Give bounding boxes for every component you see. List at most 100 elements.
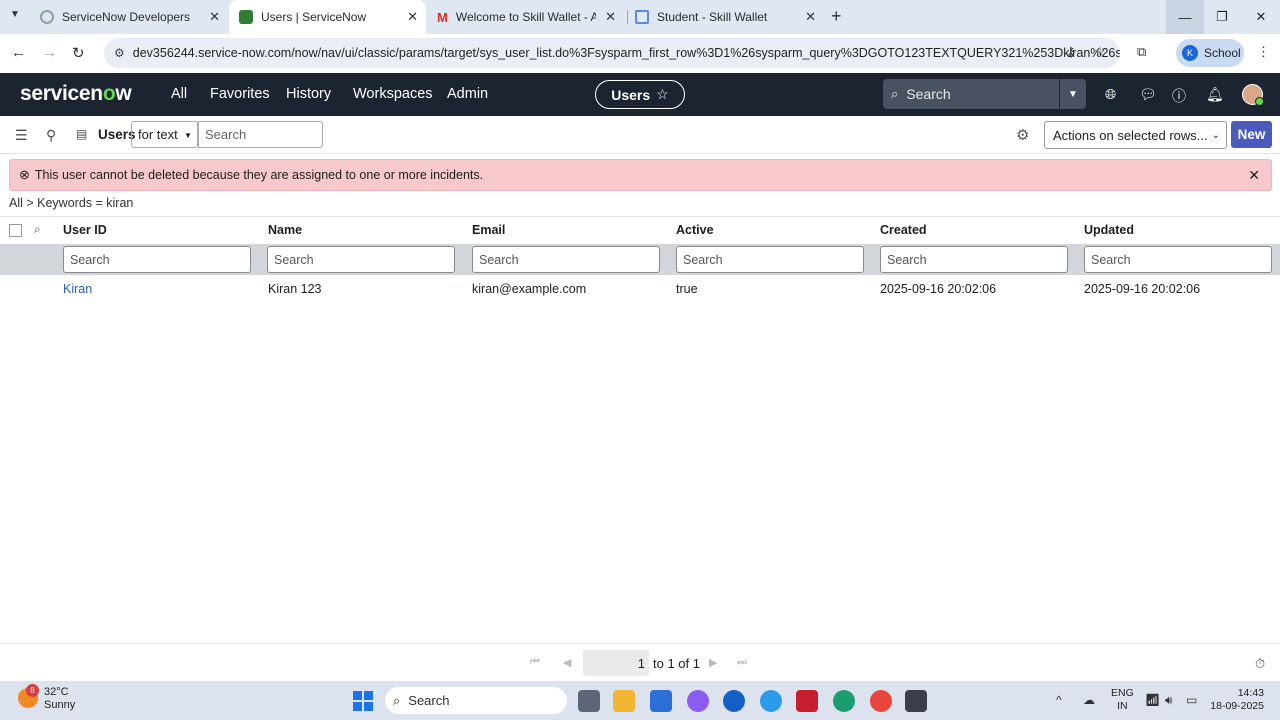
column-header-active[interactable]: Active: [676, 223, 714, 237]
global-search-input[interactable]: ⌕ Search: [883, 79, 1059, 109]
file-explorer-icon[interactable]: [613, 690, 635, 712]
next-page-icon[interactable]: ▶: [709, 656, 717, 669]
snipping-tool-icon[interactable]: [905, 690, 927, 712]
actions-select[interactable]: Actions on selected rows... ⌄: [1044, 121, 1227, 149]
help-icon[interactable]: ⓘ: [1172, 86, 1186, 106]
list-search-input[interactable]: Search: [198, 121, 323, 148]
tab-title: Users | ServiceNow: [261, 10, 367, 24]
cell-created: 2025-09-16 20:02:06: [880, 282, 997, 296]
maximize-icon[interactable]: ❐: [1203, 0, 1241, 34]
tab-close-icon[interactable]: ✕: [209, 9, 220, 25]
new-button[interactable]: New: [1231, 121, 1272, 148]
column-header-updated[interactable]: Updated: [1084, 223, 1134, 237]
page-number-input[interactable]: 1: [583, 650, 649, 676]
column-header-user-id[interactable]: User ID: [63, 223, 107, 237]
clock-date[interactable]: 14:43 18-09-2025: [1206, 687, 1264, 713]
language-indicator[interactable]: ENG IN: [1111, 687, 1134, 713]
list-context-menu-icon[interactable]: ▤: [76, 127, 87, 141]
tab-close-icon[interactable]: ✕: [605, 9, 616, 25]
tab-search-icon[interactable]: ▼: [10, 9, 20, 20]
browser-tab-users[interactable]: Users | ServiceNow ✕: [229, 0, 426, 34]
user-avatar[interactable]: [1242, 84, 1264, 106]
new-tab-icon[interactable]: +: [831, 6, 842, 27]
chrome-icon[interactable]: [870, 690, 892, 712]
weather-widget[interactable]: 32°C Sunny: [44, 686, 75, 712]
copilot-icon[interactable]: [687, 690, 709, 712]
servicenow-logo[interactable]: servicenow: [20, 82, 132, 106]
nav-favorites[interactable]: Favorites: [210, 86, 270, 102]
column-header-email[interactable]: Email: [472, 223, 505, 237]
nav-workspaces[interactable]: Workspaces: [353, 86, 433, 102]
microsoft-store-icon[interactable]: [650, 690, 672, 712]
table-header: ⌕ User ID Name Email Active Created Upda…: [0, 216, 1280, 244]
browser-menu-icon[interactable]: ⋮: [1257, 44, 1270, 60]
bookmark-star-icon[interactable]: ☆: [1094, 44, 1106, 60]
filter-updated-input[interactable]: Search: [1084, 246, 1272, 273]
response-time-clock-icon[interactable]: ⏱: [1255, 656, 1265, 672]
search-type-select[interactable]: for text ▼: [131, 121, 198, 148]
support-assistant-icon[interactable]: [760, 690, 782, 712]
notifications-bell-icon[interactable]: 🔔︎: [1206, 86, 1224, 103]
list-settings-gear-icon[interactable]: ⚙: [1016, 126, 1029, 144]
filter-name-input[interactable]: Search: [267, 246, 455, 273]
table-row: Kiran Kiran 123 kiran@example.com true 2…: [0, 278, 1280, 302]
favorite-star-icon[interactable]: ☆: [656, 86, 669, 103]
globe-icon[interactable]: 🌐︎: [1105, 86, 1116, 103]
hamburger-menu-icon[interactable]: ☰: [15, 127, 28, 144]
lang-line1: ENG: [1111, 687, 1134, 699]
address-bar[interactable]: ⚙ dev356244.service-now.com/now/nav/ui/c…: [104, 38, 1120, 68]
back-icon[interactable]: ←: [11, 44, 26, 61]
first-page-icon[interactable]: ⏮: [530, 656, 540, 669]
close-window-icon[interactable]: ✕: [1242, 0, 1280, 34]
site-info-icon[interactable]: ⚙: [114, 46, 125, 60]
browser-tab-servicenow-developers[interactable]: ServiceNow Developers ✕: [30, 0, 228, 34]
search-scope-dropdown[interactable]: ▼: [1060, 79, 1086, 109]
tab-close-icon[interactable]: ✕: [407, 9, 418, 25]
show-hidden-icons-icon[interactable]: ^: [1056, 693, 1062, 707]
nav-admin[interactable]: Admin: [447, 86, 488, 102]
chevron-down-icon: ⌄: [1211, 130, 1220, 141]
column-header-name[interactable]: Name: [268, 223, 302, 237]
forward-icon[interactable]: →: [42, 44, 57, 61]
breadcrumb[interactable]: All > Keywords = kiran: [9, 196, 133, 210]
column-search-toggle-icon[interactable]: ⌕: [34, 222, 41, 237]
password-key-icon[interactable]: ⚷: [1066, 44, 1076, 60]
battery-icon[interactable]: ▭: [1186, 693, 1197, 707]
select-all-checkbox[interactable]: [9, 224, 22, 237]
minimize-icon[interactable]: —: [1166, 0, 1204, 34]
onedrive-icon[interactable]: ☁: [1083, 693, 1095, 707]
task-view-icon[interactable]: [578, 690, 600, 712]
reload-icon[interactable]: ↻: [72, 44, 85, 62]
filter-icon[interactable]: ⚲: [46, 127, 56, 144]
nav-history[interactable]: History: [286, 86, 331, 102]
windows-start-icon[interactable]: [353, 691, 373, 711]
last-page-icon[interactable]: ⏭: [737, 656, 747, 669]
hp-icon[interactable]: [723, 690, 745, 712]
wifi-icon[interactable]: 📶︎: [1145, 693, 1160, 707]
user-id-link[interactable]: Kiran: [63, 282, 92, 296]
edge-icon[interactable]: [833, 690, 855, 712]
profile-button[interactable]: K School: [1176, 39, 1244, 67]
chat-icon[interactable]: 💬︎: [1139, 86, 1157, 103]
mcafee-icon[interactable]: [796, 690, 818, 712]
previous-page-icon[interactable]: ◀: [563, 656, 571, 669]
filter-placeholder: Search: [683, 252, 723, 267]
filter-user-id-input[interactable]: Search: [63, 246, 251, 273]
filter-email-input[interactable]: Search: [472, 246, 660, 273]
context-pill[interactable]: Users ☆: [595, 80, 685, 109]
column-header-created[interactable]: Created: [880, 223, 927, 237]
tab-close-icon[interactable]: ✕: [805, 9, 816, 25]
list-title: Users: [98, 127, 136, 142]
extensions-icon[interactable]: ⧉: [1137, 44, 1146, 60]
browser-tab-skill-wallet-welcome[interactable]: M Welcome to Skill Wallet - A On ✕: [427, 0, 624, 34]
filter-active-input[interactable]: Search: [676, 246, 864, 273]
close-alert-icon[interactable]: ✕: [1248, 167, 1260, 184]
nav-all[interactable]: All: [171, 86, 187, 102]
browser-tab-student-skill-wallet[interactable]: Student - Skill Wallet ✕: [625, 0, 824, 34]
weather-sun-icon[interactable]: 8: [18, 684, 39, 708]
volume-icon[interactable]: 🔊︎: [1165, 693, 1173, 708]
filter-placeholder: Search: [70, 252, 110, 267]
filter-created-input[interactable]: Search: [880, 246, 1068, 273]
taskbar-search[interactable]: ⌕ Search: [385, 687, 567, 714]
taskbar-search-label: Search: [408, 693, 450, 708]
